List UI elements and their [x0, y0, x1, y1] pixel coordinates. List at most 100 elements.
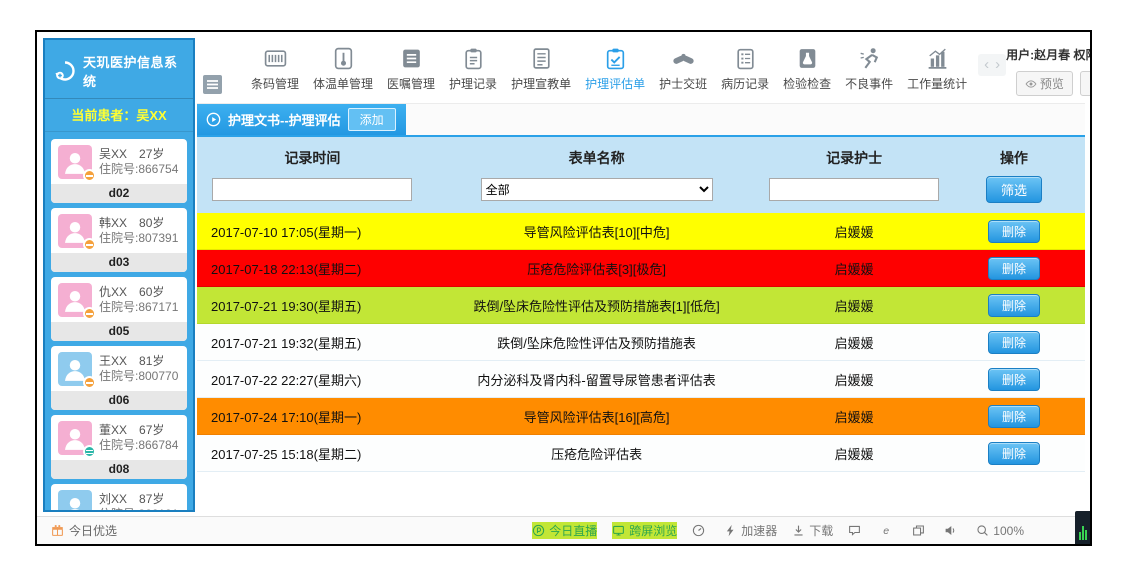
empty-area: [197, 472, 1085, 512]
delete-button[interactable]: 删除: [988, 220, 1040, 243]
patient-name: 王XX: [99, 354, 127, 369]
statusbar-item-label: 加速器: [741, 522, 777, 539]
toolbar-item[interactable]: 护士交班: [652, 44, 714, 94]
toolbar-item-label: 不良事件: [845, 75, 893, 92]
delete-button[interactable]: 删除: [988, 257, 1040, 280]
form-name: 内分泌科及肾内科-留置导尿管患者评估表: [428, 370, 765, 389]
toolbar-item[interactable]: 医嘱管理: [380, 44, 442, 94]
filter-button[interactable]: 筛选: [986, 176, 1042, 203]
delete-button[interactable]: 删除: [988, 294, 1040, 317]
current-patient-label: 当前患者：吴XX: [45, 98, 193, 132]
patient-card[interactable]: 吴XX 27岁 住院号:866754 d02: [51, 139, 187, 203]
browser-tools: 今日直播 跨屏浏览 加速器 下载: [532, 522, 1024, 539]
toolbar-item[interactable]: 病历记录: [714, 44, 776, 94]
tab-nursing-assessment[interactable]: 护理文书--护理评估 添加: [197, 104, 406, 135]
statusbar-item[interactable]: [692, 524, 709, 537]
orders-icon: [399, 46, 424, 71]
delete-button[interactable]: 删除: [988, 442, 1040, 465]
module-toolbar: 条码管理 体温单管理 医嘱管理 护理记录 护理宣教单: [244, 44, 974, 94]
form-name: 导管风险评估表[16][高危]: [428, 407, 765, 426]
daily-picks-label: 今日优选: [69, 522, 117, 539]
form-name: 跌倒/坠床危险性评估及预防措施表: [428, 333, 765, 352]
toolbar-item-label: 医嘱管理: [387, 75, 435, 92]
patient-list: 吴XX 27岁 住院号:866754 d02: [45, 132, 193, 510]
delete-button[interactable]: 删除: [988, 405, 1040, 428]
thermometer-icon: [331, 46, 356, 71]
record-nurse: 启媛媛: [765, 333, 943, 352]
statusbar-item[interactable]: 100%: [976, 524, 1024, 538]
table-row: 2017-07-21 19:32(星期五) 跌倒/坠床危险性评估及预防措施表 启…: [197, 324, 1085, 361]
patient-age: 87岁: [139, 492, 164, 507]
status-badge: [83, 307, 96, 320]
toolbar-item-label: 护理宣教单: [511, 75, 571, 92]
patient-card[interactable]: 王XX 81岁 住院号:800770 d06: [51, 346, 187, 410]
user-action-button[interactable]: 打印: [1080, 71, 1092, 96]
record-time: 2017-07-24 17:10(星期一): [197, 407, 428, 426]
app-window: 天玑医护信息系统 当前患者：吴XX 吴XX: [35, 30, 1092, 546]
toolbar-prev-button[interactable]: ‹: [984, 60, 989, 70]
toolbar-item[interactable]: 护理评估单: [578, 44, 652, 94]
statusbar-item[interactable]: [848, 524, 865, 537]
patient-card[interactable]: 韩XX 80岁 住院号:807391 d03: [51, 208, 187, 272]
user-action-button[interactable]: 预览: [1016, 71, 1073, 96]
statusbar-item-label: 100%: [993, 524, 1024, 538]
record-nurse: 启媛媛: [765, 370, 943, 389]
patient-card[interactable]: 仇XX 60岁 住院号:867171 d05: [51, 277, 187, 341]
add-button[interactable]: 添加: [348, 108, 396, 131]
time-filter-input[interactable]: [212, 178, 412, 201]
table-row: 2017-07-21 19:30(星期五) 跌倒/坠床危险性评估及预防措施表[1…: [197, 287, 1085, 324]
table-row: 2017-07-24 17:10(星期一) 导管风险评估表[16][高危] 启媛…: [197, 398, 1085, 435]
patient-card[interactable]: 董XX 67岁 住院号:866784 d08: [51, 415, 187, 479]
content-row: 天玑医护信息系统 当前患者：吴XX 吴XX: [37, 32, 1090, 512]
statusbar-item[interactable]: 下载: [792, 522, 833, 539]
statusbar-item[interactable]: [944, 524, 961, 537]
eye-icon: [1025, 78, 1037, 90]
form-name: 压疮危险评估表: [428, 444, 765, 463]
toolbar-item[interactable]: 体温单管理: [306, 44, 380, 94]
patient-card[interactable]: 刘XX 87岁 住院号:866101 d12: [51, 484, 187, 510]
logo-row: 天玑医护信息系统: [45, 40, 193, 98]
delete-button[interactable]: 删除: [988, 368, 1040, 391]
nurse-filter-input[interactable]: [769, 178, 939, 201]
patient-avatar: [58, 490, 92, 510]
delete-button[interactable]: 删除: [988, 331, 1040, 354]
tab-strip: 护理文书--护理评估 添加: [197, 104, 1085, 137]
toolbar-item[interactable]: 护理宣教单: [504, 44, 578, 94]
gift-icon: [51, 524, 64, 537]
toolbar-item[interactable]: 不良事件: [838, 44, 900, 94]
status-badge: [83, 376, 96, 389]
daily-picks-link[interactable]: 今日优选: [51, 522, 117, 539]
app-title: 天玑医护信息系统: [83, 52, 185, 90]
patient-name: 仇XX: [99, 285, 127, 300]
bed-number: d08: [51, 460, 187, 479]
statusbar-item[interactable]: 加速器: [724, 522, 777, 539]
bed-number: d03: [51, 253, 187, 272]
form-filter-select[interactable]: 全部: [481, 178, 713, 201]
toolbar-item[interactable]: 条码管理: [244, 44, 306, 94]
status-bar: 今日优选 今日直播 跨屏浏览 加速器 下载: [37, 516, 1090, 544]
toolbar-item[interactable]: 护理记录: [442, 44, 504, 94]
patient-sidebar: 天玑医护信息系统 当前患者：吴XX 吴XX: [43, 38, 195, 512]
equalizer-widget[interactable]: [1075, 511, 1090, 544]
live-icon: [532, 524, 545, 537]
patient-name: 吴XX: [99, 147, 127, 162]
toolbar-item[interactable]: 工作量统计: [900, 44, 974, 94]
statusbar-item-label: 跨屏浏览: [629, 522, 677, 539]
statusbar-item[interactable]: 跨屏浏览: [612, 522, 677, 539]
patient-age: 27岁: [139, 147, 164, 162]
screen-icon: [612, 524, 625, 537]
statusbar-item[interactable]: [912, 524, 929, 537]
statusbar-item[interactable]: [880, 524, 897, 537]
patient-age: 80岁: [139, 216, 164, 231]
patient-avatar: [58, 214, 92, 248]
statusbar-item[interactable]: 今日直播: [532, 522, 597, 539]
toolbar-item[interactable]: 检验检查: [776, 44, 838, 94]
menu-toggle-button[interactable]: [203, 75, 222, 94]
toolbar-next-button[interactable]: ›: [995, 60, 1000, 70]
record-time: 2017-07-25 15:18(星期二): [197, 444, 428, 463]
adverse-event-icon: [857, 46, 882, 71]
lab-icon: [795, 46, 820, 71]
print-icon: [1089, 78, 1092, 90]
windows-icon: [912, 524, 925, 537]
bolt-icon: [724, 524, 737, 537]
